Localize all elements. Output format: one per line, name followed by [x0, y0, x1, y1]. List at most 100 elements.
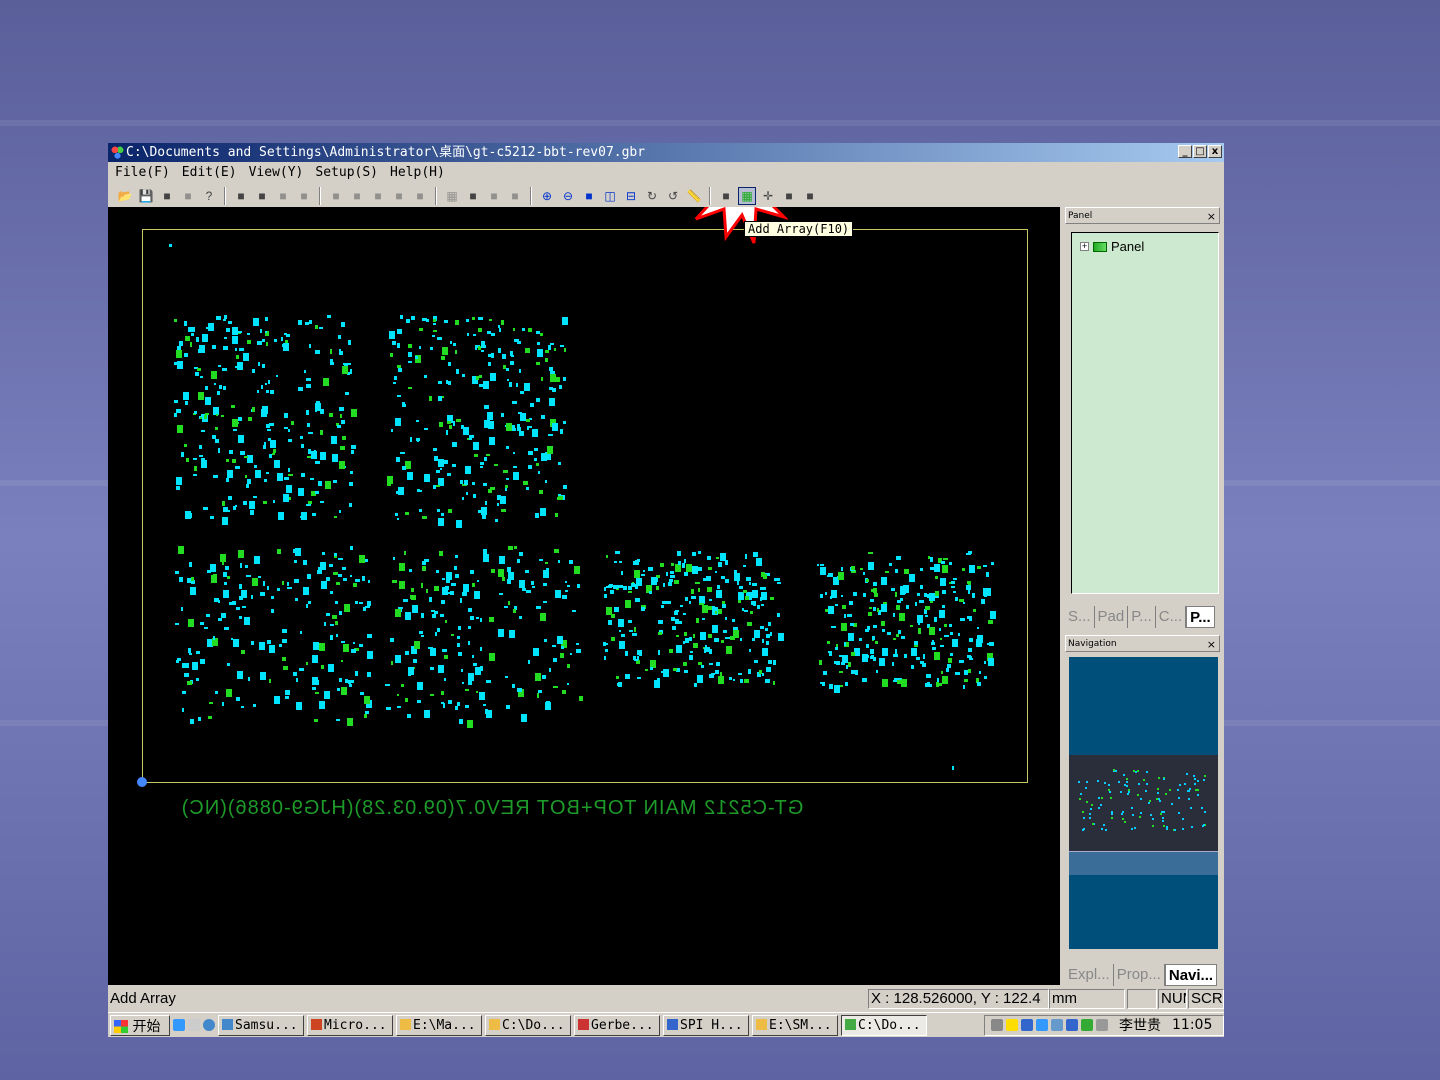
menu-setup[interactable]: Setup(S) — [312, 162, 387, 184]
panel-tab-4[interactable]: P... — [1186, 606, 1215, 628]
panel-tab-3[interactable]: C... — [1156, 606, 1187, 628]
pcb-pad — [282, 656, 287, 661]
quicklaunch-icon[interactable] — [203, 1019, 215, 1031]
title-bar[interactable]: C:\Documents and Settings\Administrator\… — [108, 143, 1224, 162]
tray-icon[interactable] — [1036, 1019, 1048, 1031]
pcb-pad — [438, 396, 442, 401]
pcb-pad — [260, 384, 264, 389]
pcb-pad — [478, 375, 483, 378]
navigation-close-icon[interactable]: × — [1207, 636, 1216, 653]
pcb-pad — [199, 659, 205, 665]
open-icon[interactable]: 📂 — [116, 187, 134, 205]
pcb-pad — [559, 344, 564, 348]
tool1-icon[interactable]: ■ — [327, 187, 345, 205]
pcb-pad — [700, 665, 704, 668]
help-icon[interactable]: ? — [200, 187, 218, 205]
taskbar-app-icon — [400, 1018, 411, 1030]
tray-icon[interactable] — [1021, 1019, 1033, 1031]
close-button[interactable]: x — [1208, 145, 1222, 158]
pcb-pad — [432, 329, 438, 333]
pcb-pad — [491, 333, 495, 337]
taskbar-item[interactable]: E:\Ma... — [396, 1014, 482, 1036]
taskbar-item[interactable]: Gerbe... — [574, 1014, 660, 1036]
zoom-fit-icon[interactable]: ■ — [580, 187, 598, 205]
undo-icon[interactable]: ↺ — [664, 187, 682, 205]
ruler-icon[interactable]: 📏 — [685, 187, 703, 205]
split-v-icon[interactable]: ◫ — [601, 187, 619, 205]
rotate-icon[interactable]: ↻ — [643, 187, 661, 205]
pcb-pad — [761, 648, 768, 657]
panel-tab-2[interactable]: P... — [1128, 606, 1156, 628]
expand-icon[interactable]: + — [1080, 242, 1089, 251]
import-icon[interactable]: ■ — [158, 187, 176, 205]
zoom-out-icon[interactable]: ⊖ — [559, 187, 577, 205]
pcb-pad — [513, 471, 520, 480]
add-array-icon[interactable]: ▦ — [738, 186, 756, 205]
navigation-tab-1[interactable]: Prop... — [1114, 964, 1165, 986]
nav-pad — [1170, 803, 1173, 806]
tools-icon[interactable]: ■ — [801, 187, 819, 205]
split-h-icon[interactable]: ⊟ — [622, 187, 640, 205]
tree-item-panel[interactable]: + Panel — [1080, 239, 1144, 254]
pcb-pad — [880, 577, 887, 586]
camera-icon[interactable]: ■ — [717, 187, 735, 205]
navigation-tab-2[interactable]: Navi... — [1164, 964, 1218, 986]
minimize-button[interactable]: _ — [1178, 145, 1192, 158]
pcb-pad — [562, 317, 569, 326]
pcb-pad — [502, 365, 506, 369]
gerber-canvas[interactable]: GT-C5212 MAIN TOP+BOT REV0.7(09.03.28)(H… — [108, 207, 1060, 985]
pcb-pad — [268, 678, 271, 684]
panel-tab-0[interactable]: S... — [1065, 606, 1095, 628]
tray-icon[interactable] — [991, 1019, 1003, 1031]
bom-icon[interactable]: ■ — [506, 187, 524, 205]
menu-file[interactable]: File(F) — [112, 162, 179, 184]
box-icon[interactable]: ■ — [274, 187, 292, 205]
nav-pad — [1197, 788, 1200, 791]
zoom-in-icon[interactable]: ⊕ — [538, 187, 556, 205]
box2-icon[interactable]: ■ — [295, 187, 313, 205]
pcb-pad — [208, 701, 213, 704]
save-icon[interactable]: 💾 — [137, 187, 155, 205]
tool2-icon[interactable]: ■ — [348, 187, 366, 205]
pcb-pad — [452, 342, 456, 346]
find-icon[interactable]: ■ — [464, 187, 482, 205]
taskbar-item[interactable]: C:\Do... — [485, 1014, 571, 1036]
tray-icon[interactable] — [1006, 1019, 1018, 1031]
ie-icon[interactable] — [173, 1019, 185, 1031]
pcb-pad — [697, 588, 701, 592]
tool5-icon[interactable]: ■ — [411, 187, 429, 205]
navigation-preview[interactable] — [1069, 657, 1218, 949]
pcb-pad — [329, 624, 335, 627]
menu-view[interactable]: View(Y) — [246, 162, 313, 184]
grid-icon[interactable]: ▦ — [443, 187, 461, 205]
panel-tab-1[interactable]: Pad — [1095, 606, 1129, 628]
taskbar-item[interactable]: Samsu... — [218, 1014, 304, 1036]
pcb-pad — [558, 495, 564, 500]
export-icon[interactable]: ■ — [179, 187, 197, 205]
tool4-icon[interactable]: ■ — [390, 187, 408, 205]
maximize-button[interactable]: □ — [1193, 145, 1207, 158]
table-icon[interactable]: ■ — [780, 187, 798, 205]
edit-icon[interactable]: ■ — [253, 187, 271, 205]
pcb-pad — [702, 617, 705, 621]
navigation-tab-0[interactable]: Expl... — [1065, 964, 1114, 986]
notepad-icon[interactable] — [188, 1019, 200, 1031]
panel-close-icon[interactable]: × — [1207, 208, 1216, 225]
taskbar-item[interactable]: Micro... — [307, 1014, 393, 1036]
tool6-icon[interactable]: ■ — [485, 187, 503, 205]
start-button[interactable]: 开始 — [110, 1014, 170, 1036]
select-icon[interactable]: ■ — [232, 187, 250, 205]
tool3-icon[interactable]: ■ — [369, 187, 387, 205]
tray-icon[interactable] — [1066, 1019, 1078, 1031]
pcb-pad — [841, 566, 844, 572]
nav-pad — [1105, 828, 1108, 831]
taskbar-item[interactable]: E:\SM... — [752, 1014, 838, 1036]
taskbar-item[interactable]: SPI H... — [663, 1014, 749, 1036]
tray-icon[interactable] — [1051, 1019, 1063, 1031]
tray-icon[interactable] — [1096, 1019, 1108, 1031]
menu-help[interactable]: Help(H) — [387, 162, 454, 184]
crosshair-icon[interactable]: ✛ — [759, 187, 777, 205]
tray-icon[interactable] — [1081, 1019, 1093, 1031]
taskbar-item[interactable]: C:\Do... — [841, 1014, 927, 1036]
menu-edit[interactable]: Edit(E) — [179, 162, 246, 184]
